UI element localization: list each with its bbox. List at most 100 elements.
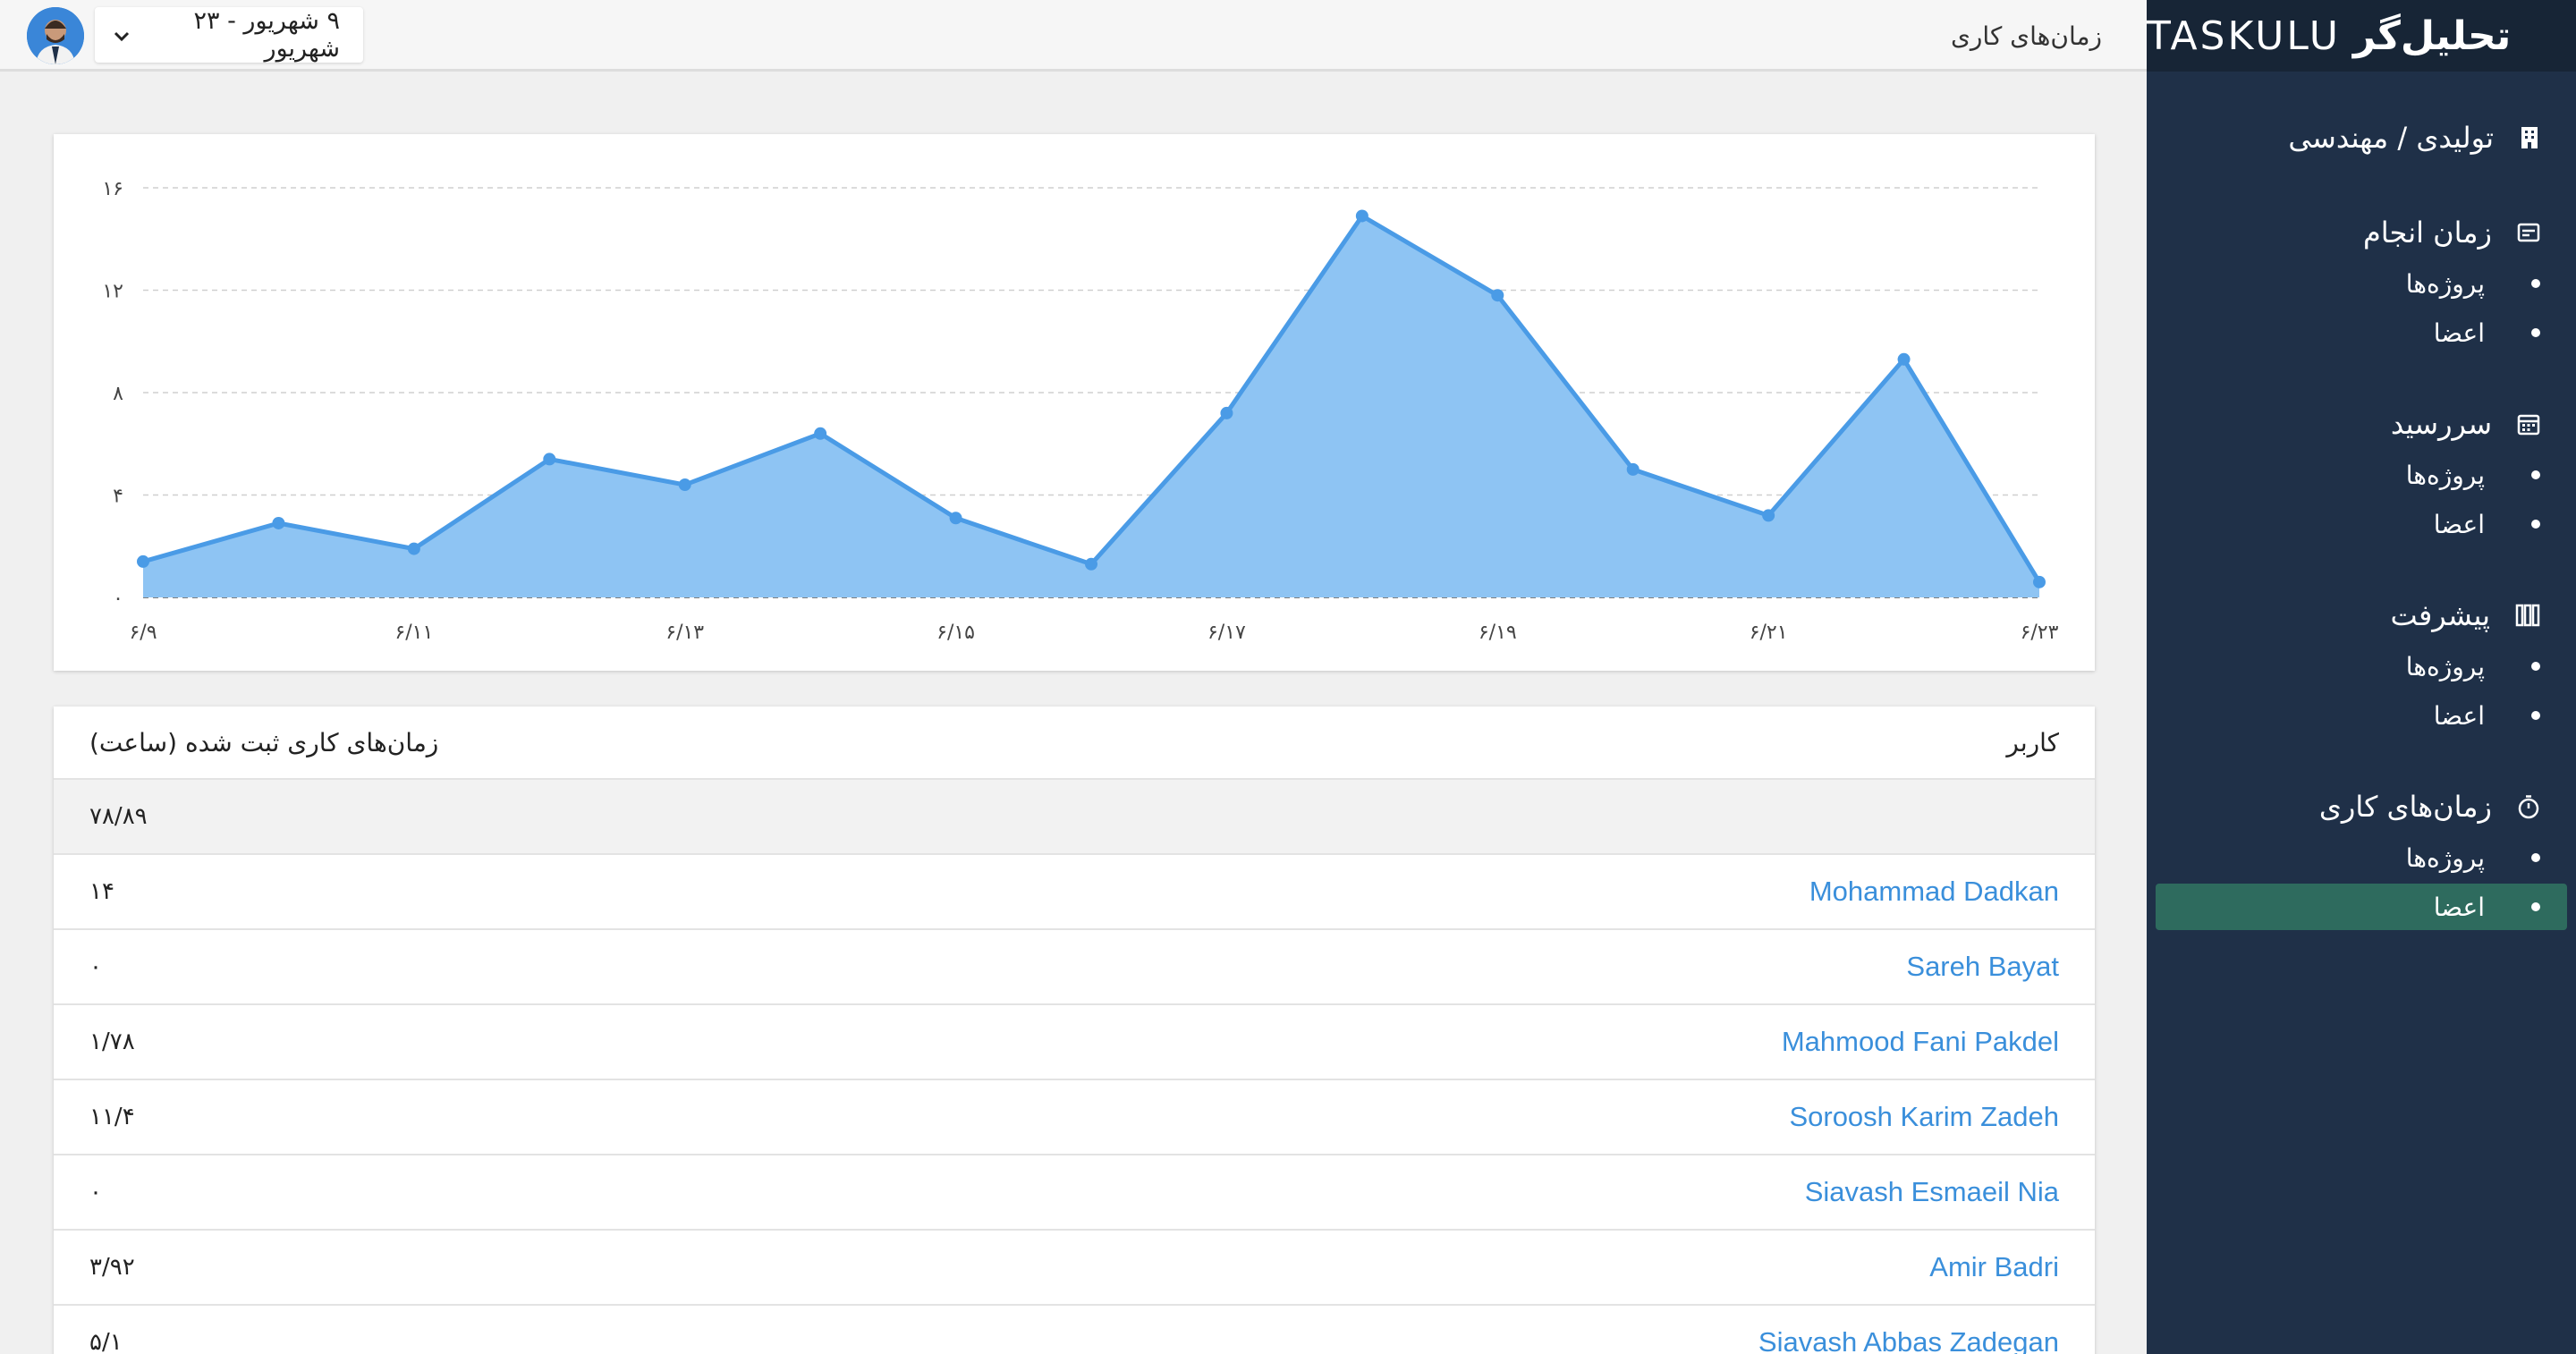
sidebar-item-progress-members[interactable]: اعضا bbox=[2156, 692, 2567, 739]
bullet-icon bbox=[2531, 902, 2540, 911]
user-hours: ۵/۱ bbox=[89, 1329, 123, 1354]
data-point bbox=[1626, 462, 1640, 476]
date-range-select[interactable]: ۹ شهریور - ۲۳ شهریور bbox=[95, 7, 363, 63]
data-point bbox=[1220, 406, 1233, 419]
sidebar-item-hours-members[interactable]: اعضا bbox=[2156, 884, 2567, 930]
total-hours: ۷۸/۸۹ bbox=[89, 803, 148, 830]
table-row: Siavash Esmaeil Nia ۰ bbox=[54, 1155, 2095, 1231]
work-hours-table: کاربر زمان‌های کاری ثبت شده (ساعت) ۷۸/۸۹… bbox=[54, 707, 2095, 1354]
user-link[interactable]: Sareh Bayat bbox=[1906, 951, 2059, 983]
sidebar-item-label: اعضا bbox=[2433, 892, 2485, 922]
nav-section-title: زمان‌های کاری bbox=[2318, 790, 2492, 824]
data-point bbox=[137, 554, 149, 568]
bullet-icon bbox=[2531, 520, 2540, 529]
sidebar-item-label: پروژه‌ها bbox=[2405, 268, 2485, 299]
user-link[interactable]: Amir Badri bbox=[1929, 1251, 2059, 1283]
column-header-user: کاربر bbox=[2006, 727, 2059, 757]
bullet-icon bbox=[2531, 279, 2540, 288]
page-title: زمان‌های کاری bbox=[1950, 21, 2102, 51]
data-point bbox=[1897, 352, 1911, 366]
bullet-icon bbox=[2531, 853, 2540, 862]
y-tick-label: ۰ bbox=[113, 588, 123, 610]
top-bar: زمان‌های کاری ۹ شهریور - ۲۳ شهریور bbox=[0, 0, 2147, 72]
user-hours: ۱۴ bbox=[89, 878, 114, 905]
user-hours: ۱/۷۸ bbox=[89, 1028, 135, 1055]
columns-icon bbox=[2515, 604, 2540, 627]
sidebar-item-label: اعضا bbox=[2433, 700, 2485, 731]
sidebar-item-label: پروژه‌ها bbox=[2405, 651, 2485, 681]
nav-section-head: زمان انجام bbox=[2147, 207, 2576, 258]
nav-section-title: سررسید bbox=[2390, 407, 2492, 441]
table-header: کاربر زمان‌های کاری ثبت شده (ساعت) bbox=[54, 707, 2095, 780]
sidebar-item-progress-projects[interactable]: پروژه‌ها bbox=[2156, 643, 2567, 690]
card-icon bbox=[2517, 223, 2540, 242]
avatar[interactable] bbox=[27, 7, 84, 64]
data-point bbox=[1355, 209, 1368, 223]
nav-section-head: زمان‌های کاری bbox=[2147, 782, 2576, 832]
brand-logo[interactable]: تحلیل‌گر TASKULU bbox=[2147, 0, 2576, 72]
bullet-icon bbox=[2531, 662, 2540, 671]
table-row: Siavash Abbas Zadegan ۵/۱ bbox=[54, 1306, 2095, 1354]
bullet-icon bbox=[2531, 711, 2540, 720]
sidebar-item-label: پروژه‌ها bbox=[2405, 842, 2485, 873]
user-hours: ۰ bbox=[89, 1179, 102, 1206]
org-name: تولیدی / مهندسی bbox=[2288, 121, 2494, 155]
user-hours: ۳/۹۲ bbox=[89, 1254, 135, 1281]
x-tick-label: ۶/۱۱ bbox=[394, 622, 433, 644]
x-tick-label: ۶/۹ bbox=[129, 622, 157, 644]
chart-card: ۰ ۴ ۸ ۱۲ ۱۶ ۶/۹ ۶/۱۱ ۶/۱۳ ۶/۱۵ ۶/۱۷ ۶/۱۹ ۶/۲۱ ۶/۲۳ bbox=[54, 134, 2095, 671]
nav-section-progress: پیشرفت پروژه‌ها اعضا bbox=[2147, 590, 2576, 739]
user-link[interactable]: Siavash Esmaeil Nia bbox=[1805, 1176, 2059, 1208]
brand-name-fa: تحلیل‌گر bbox=[2352, 13, 2512, 59]
sidebar: تحلیل‌گر TASKULU تولیدی / مهندسی زمان ان… bbox=[2147, 0, 2576, 1354]
data-point bbox=[407, 542, 420, 555]
user-hours: ۱۱/۴ bbox=[89, 1104, 135, 1130]
nav-section-due-date: سررسید پروژه‌ها اعضا bbox=[2147, 399, 2576, 547]
data-point bbox=[678, 478, 691, 492]
sidebar-item-hours-projects[interactable]: پروژه‌ها bbox=[2156, 834, 2567, 881]
chevron-down-icon bbox=[113, 21, 131, 49]
x-tick-label: ۶/۱۵ bbox=[936, 622, 975, 644]
nav-section-title: زمان انجام bbox=[2362, 216, 2492, 250]
user-hours: ۰ bbox=[89, 953, 102, 980]
x-tick-label: ۶/۱۳ bbox=[665, 622, 704, 644]
y-tick-label: ۱۶ bbox=[102, 178, 123, 200]
nav-section-completion-time: زمان انجام پروژه‌ها اعضا bbox=[2147, 207, 2576, 356]
date-range-value: ۹ شهریور - ۲۳ شهریور bbox=[193, 7, 341, 63]
bullet-icon bbox=[2531, 328, 2540, 337]
user-link[interactable]: Mohammad Dadkan bbox=[1809, 876, 2059, 908]
nav-section-head: پیشرفت bbox=[2147, 590, 2576, 640]
sidebar-item-completion-members[interactable]: اعضا bbox=[2156, 309, 2567, 356]
work-hours-area-chart: ۰ ۴ ۸ ۱۲ ۱۶ ۶/۹ ۶/۱۱ ۶/۱۳ ۶/۱۵ ۶/۱۷ ۶/۱۹ ۶/۲۱ ۶/۲۳ bbox=[102, 178, 2059, 644]
sidebar-item-due-members[interactable]: اعضا bbox=[2156, 501, 2567, 547]
nav-section-head: سررسید bbox=[2147, 399, 2576, 449]
user-link[interactable]: Soroosh Karim Zadeh bbox=[1789, 1101, 2059, 1133]
user-link[interactable]: Siavash Abbas Zadegan bbox=[1758, 1326, 2059, 1354]
x-tick-label: ۶/۲۳ bbox=[2021, 622, 2059, 644]
x-tick-label: ۶/۱۹ bbox=[1479, 622, 1517, 644]
user-link[interactable]: Mahmood Fani Pakdel bbox=[1782, 1026, 2059, 1058]
data-point bbox=[1085, 557, 1097, 571]
y-tick-label: ۴ bbox=[113, 486, 123, 508]
table-row: Soroosh Karim Zadeh ۱۱/۴ bbox=[54, 1080, 2095, 1155]
data-point bbox=[1491, 289, 1504, 302]
data-point bbox=[949, 512, 962, 525]
sidebar-item-due-projects[interactable]: پروژه‌ها bbox=[2156, 452, 2567, 498]
sidebar-item-completion-projects[interactable]: پروژه‌ها bbox=[2156, 260, 2567, 307]
y-tick-label: ۸ bbox=[113, 383, 123, 405]
data-point bbox=[272, 516, 285, 529]
stopwatch-icon bbox=[2517, 794, 2540, 819]
table-row-total: ۷۸/۸۹ bbox=[54, 780, 2095, 855]
data-point bbox=[2033, 575, 2046, 588]
sidebar-item-label: اعضا bbox=[2433, 509, 2485, 539]
column-header-hours: زمان‌های کاری ثبت شده (ساعت) bbox=[89, 727, 439, 757]
table-row: Mahmood Fani Pakdel ۱/۷۸ bbox=[54, 1005, 2095, 1080]
nav-section-title: پیشرفت bbox=[2390, 598, 2490, 632]
building-icon bbox=[2519, 125, 2540, 150]
table-row: Mohammad Dadkan ۱۴ bbox=[54, 855, 2095, 930]
sidebar-item-label: اعضا bbox=[2433, 317, 2485, 348]
x-tick-label: ۶/۱۷ bbox=[1208, 622, 1246, 644]
bullet-icon bbox=[2531, 470, 2540, 479]
org-selector[interactable]: تولیدی / مهندسی bbox=[2147, 111, 2576, 165]
table-row: Sareh Bayat ۰ bbox=[54, 930, 2095, 1005]
